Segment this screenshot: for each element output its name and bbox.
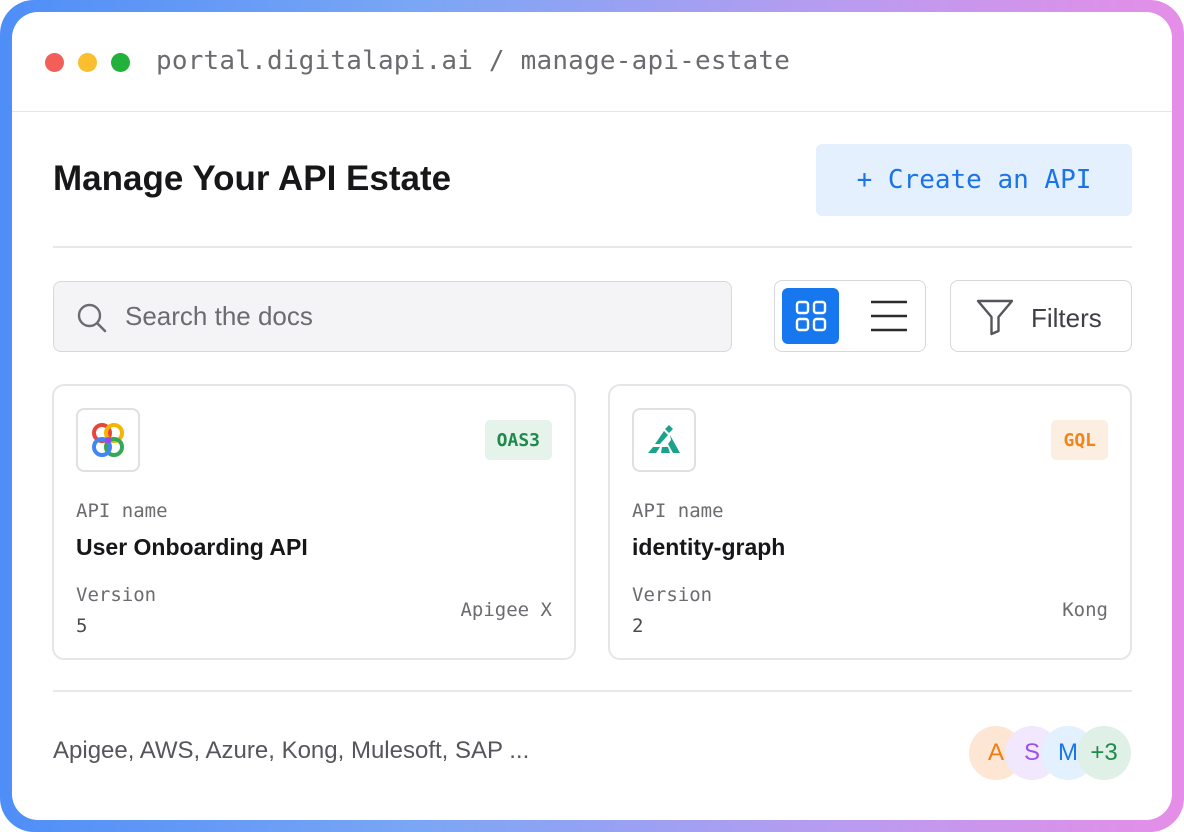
close-window-dot[interactable] — [45, 53, 64, 72]
view-toggle — [774, 280, 926, 352]
version-label: Version — [632, 584, 713, 606]
footer-divider — [53, 690, 1132, 692]
grid-view-button[interactable] — [782, 288, 839, 344]
api-card[interactable]: OAS3 API name User Onboarding API Versio… — [52, 384, 576, 660]
create-api-button[interactable]: + Create an API — [816, 144, 1132, 216]
search-box[interactable] — [53, 281, 732, 352]
multicolor-knot-logo-icon — [92, 423, 124, 457]
search-input[interactable] — [125, 282, 715, 351]
api-name-label: API name — [76, 500, 168, 522]
filter-funnel-icon — [976, 299, 1014, 336]
list-icon — [871, 300, 907, 332]
search-icon — [77, 303, 107, 333]
api-name-label: API name — [632, 500, 724, 522]
more-avatars-count[interactable]: +3 — [1077, 726, 1131, 780]
spec-badge: OAS3 — [484, 420, 552, 460]
minimize-window-dot[interactable] — [78, 53, 97, 72]
browser-window: portal.digitalapi.ai / manage-api-estate… — [12, 12, 1172, 820]
api-name: identity-graph — [632, 534, 786, 560]
version-label: Version — [76, 584, 157, 606]
gateway-name: Apigee X — [460, 599, 552, 621]
header-divider — [53, 246, 1132, 248]
api-name: User Onboarding API — [76, 534, 308, 560]
spec-badge: GQL — [1051, 420, 1108, 460]
api-logo — [632, 408, 696, 472]
filters-button[interactable]: Filters — [950, 280, 1132, 352]
gradient-frame: portal.digitalapi.ai / manage-api-estate… — [0, 0, 1184, 832]
version-value: 2 — [632, 615, 644, 637]
url-path: portal.digitalapi.ai / manage-api-estate — [156, 46, 791, 76]
api-card[interactable]: GQL API name identity-graph Version 2 Ko… — [608, 384, 1132, 660]
gateway-name: Kong — [1062, 599, 1108, 621]
maximize-window-dot[interactable] — [111, 53, 130, 72]
page-title: Manage Your API Estate — [53, 159, 452, 198]
title-bar: portal.digitalapi.ai / manage-api-estate — [12, 12, 1172, 112]
kong-logo-icon — [648, 425, 680, 453]
filters-label: Filters — [1031, 303, 1102, 333]
version-value: 5 — [76, 615, 88, 637]
list-view-button[interactable] — [861, 288, 917, 344]
grid-icon — [795, 300, 826, 332]
providers-list: Apigee, AWS, Azure, Kong, Mulesoft, SAP … — [53, 737, 530, 764]
api-logo — [76, 408, 140, 472]
